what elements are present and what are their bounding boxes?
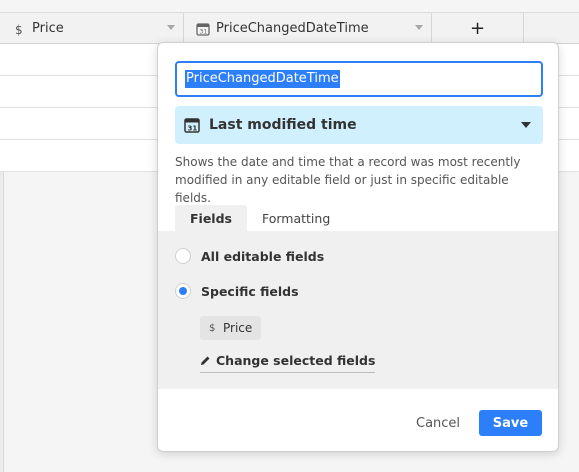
option-all-editable-fields[interactable]: All editable fields — [175, 248, 324, 264]
field-config-dialog: PriceChangedDateTime 31 Last modified ti… — [157, 42, 559, 452]
column-header-label: Price — [32, 21, 64, 36]
option-label: All editable fields — [201, 248, 325, 264]
field-type-label: Last modified time — [209, 117, 357, 133]
field-type-select[interactable]: 31 Last modified time — [175, 106, 543, 144]
pencil-icon — [200, 355, 211, 366]
fields-tab-panel: All editable fields Specific fields $ Pr… — [158, 231, 558, 389]
radio-button[interactable] — [175, 283, 191, 299]
calendar-icon: 31 — [196, 22, 210, 36]
svg-text:31: 31 — [200, 28, 208, 35]
svg-text:31: 31 — [188, 125, 198, 133]
svg-text:$: $ — [209, 323, 215, 332]
chevron-down-icon[interactable] — [167, 25, 175, 30]
field-name-input[interactable]: PriceChangedDateTime — [175, 61, 543, 97]
field-type-description: Shows the date and time that a record wa… — [175, 155, 521, 205]
plus-icon: + — [469, 18, 486, 39]
radio-dot — [179, 287, 187, 295]
field-name-selected-text[interactable]: PriceChangedDateTime — [185, 70, 340, 88]
change-selected-fields-button[interactable]: Change selected fields — [200, 352, 376, 373]
currency-icon: $ — [209, 321, 217, 335]
selected-field-chip: $ Price — [200, 316, 262, 340]
chevron-down-icon[interactable] — [415, 25, 423, 30]
column-header-pricechangeddatetime[interactable]: 31 PriceChangedDateTime — [184, 13, 432, 44]
chevron-down-icon — [521, 122, 531, 128]
option-specific-fields[interactable]: Specific fields — [175, 283, 299, 299]
cancel-button[interactable]: Cancel — [416, 410, 460, 436]
selected-field-label: Price — [223, 321, 253, 335]
tab-formatting[interactable]: Formatting — [247, 205, 345, 231]
calendar-icon: 31 — [184, 117, 200, 133]
column-header-price[interactable]: $ Price — [0, 13, 184, 44]
change-selected-fields-label: Change selected fields — [216, 353, 376, 368]
column-header-label: PriceChangedDateTime — [216, 21, 369, 36]
grid-header: $ Price 31 PriceChangedDateTime + — [0, 12, 579, 44]
add-column-button[interactable]: + — [432, 13, 524, 44]
tab-fields[interactable]: Fields — [175, 205, 247, 231]
option-label: Specific fields — [201, 283, 299, 299]
config-tabs: Fields Formatting — [175, 205, 345, 231]
save-button[interactable]: Save — [479, 410, 542, 436]
currency-icon: $ — [12, 22, 26, 36]
svg-text:$: $ — [15, 23, 23, 36]
column-header-empty — [524, 13, 579, 44]
radio-button[interactable] — [175, 248, 191, 264]
